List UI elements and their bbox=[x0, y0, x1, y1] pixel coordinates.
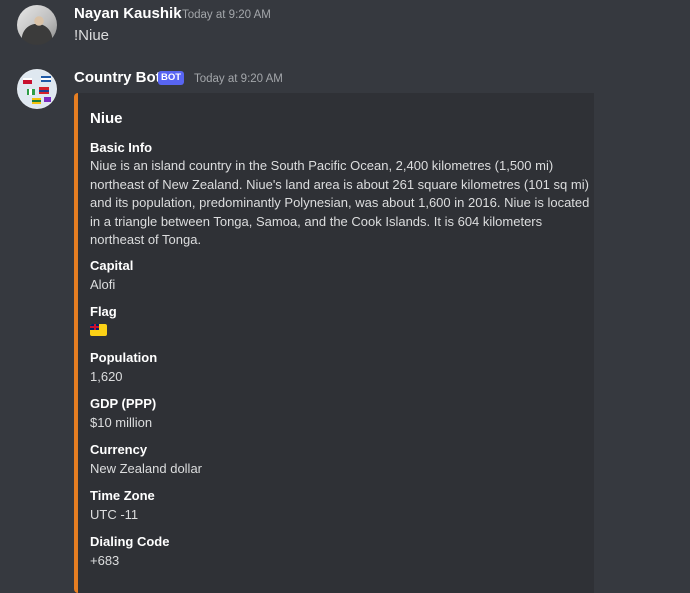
globe-flags-icon bbox=[18, 70, 56, 108]
field-value-time-zone: UTC -11 bbox=[90, 507, 139, 522]
field-name-time-zone: Time Zone bbox=[90, 488, 155, 503]
field-name-currency: Currency bbox=[90, 442, 148, 457]
field-value-basic-info: Niue is an island country in the South P… bbox=[90, 158, 590, 247]
niue-flag-emoji bbox=[90, 324, 107, 336]
message-timestamp[interactable]: Today at 9:20 AM bbox=[182, 9, 271, 21]
field-value-population: 1,620 bbox=[90, 369, 123, 384]
bot-badge: BOT bbox=[158, 71, 184, 85]
field-name-gdp: GDP (PPP) bbox=[90, 396, 157, 411]
country-embed: Niue Basic Info Niue is an island countr… bbox=[74, 93, 594, 593]
bot-username[interactable]: Country Bot bbox=[74, 69, 161, 86]
field-name-population: Population bbox=[90, 350, 158, 365]
field-value-currency: New Zealand dollar bbox=[90, 461, 203, 476]
field-name-dialing-code: Dialing Code bbox=[90, 534, 170, 549]
username[interactable]: Nayan Kaushik bbox=[74, 5, 182, 22]
message-text: !Niue bbox=[74, 27, 110, 44]
field-name-flag: Flag bbox=[90, 304, 117, 319]
field-value-dialing-code: +683 bbox=[90, 553, 120, 568]
user-avatar[interactable] bbox=[17, 5, 57, 45]
field-value-capital: Alofi bbox=[90, 277, 116, 292]
message-timestamp[interactable]: Today at 9:20 AM bbox=[194, 73, 283, 85]
field-name-basic-info: Basic Info bbox=[90, 140, 153, 155]
field-name-capital: Capital bbox=[90, 258, 134, 273]
field-value-gdp: $10 million bbox=[90, 415, 153, 430]
embed-title: Niue bbox=[90, 110, 123, 127]
bot-avatar[interactable] bbox=[17, 69, 57, 109]
